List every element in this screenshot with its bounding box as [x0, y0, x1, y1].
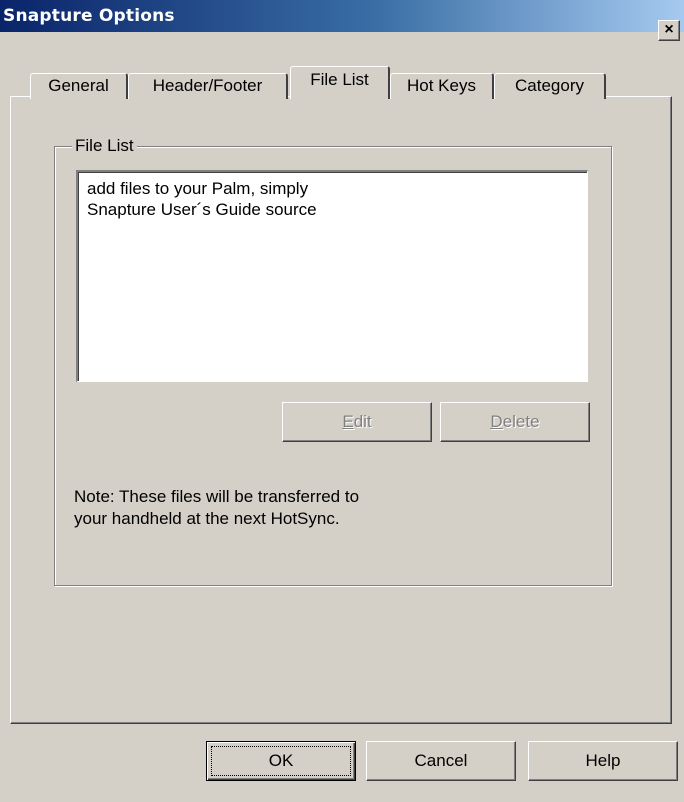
- close-button[interactable]: ×: [658, 20, 680, 41]
- note-line: your handheld at the next HotSync.: [74, 509, 340, 528]
- cancel-label: Cancel: [414, 751, 468, 770]
- tab-label: Header/Footer: [152, 76, 263, 95]
- tab-label: Hot Keys: [407, 76, 476, 95]
- group-label: File List: [72, 136, 137, 156]
- note-text: Note: These files will be transferred to…: [74, 486, 494, 530]
- cancel-button[interactable]: Cancel: [366, 741, 516, 781]
- edit-button[interactable]: Edit: [282, 402, 432, 442]
- edit-label: dit: [353, 412, 372, 431]
- tab-hot-keys[interactable]: Hot Keys: [390, 73, 494, 99]
- edit-accesskey: E: [342, 412, 354, 431]
- tab-label: File List: [310, 70, 369, 89]
- delete-label: elete: [502, 412, 540, 431]
- delete-button[interactable]: Delete: [440, 402, 590, 442]
- help-button[interactable]: Help: [528, 741, 678, 781]
- tab-general[interactable]: General: [30, 73, 128, 99]
- window-title: Snapture Options: [3, 6, 175, 26]
- close-icon: ×: [664, 21, 674, 38]
- note-line: Note: These files will be transferred to: [74, 487, 360, 506]
- tab-category[interactable]: Category: [494, 73, 606, 99]
- list-item[interactable]: add files to your Palm, simply: [87, 178, 587, 199]
- help-label: Help: [585, 751, 621, 770]
- tab-label: Category: [515, 76, 584, 95]
- title-bar: Snapture Options: [0, 0, 684, 32]
- delete-accesskey: D: [490, 412, 503, 431]
- ok-button[interactable]: OK: [206, 741, 356, 781]
- tab-label: General: [48, 76, 109, 95]
- list-item[interactable]: Snapture User´s Guide source: [87, 199, 587, 220]
- focus-rect: [211, 746, 351, 776]
- tab-file-list[interactable]: File List: [290, 66, 390, 99]
- tab-header-footer[interactable]: Header/Footer: [128, 73, 288, 99]
- file-listbox[interactable]: add files to your Palm, simply Snapture …: [76, 170, 588, 382]
